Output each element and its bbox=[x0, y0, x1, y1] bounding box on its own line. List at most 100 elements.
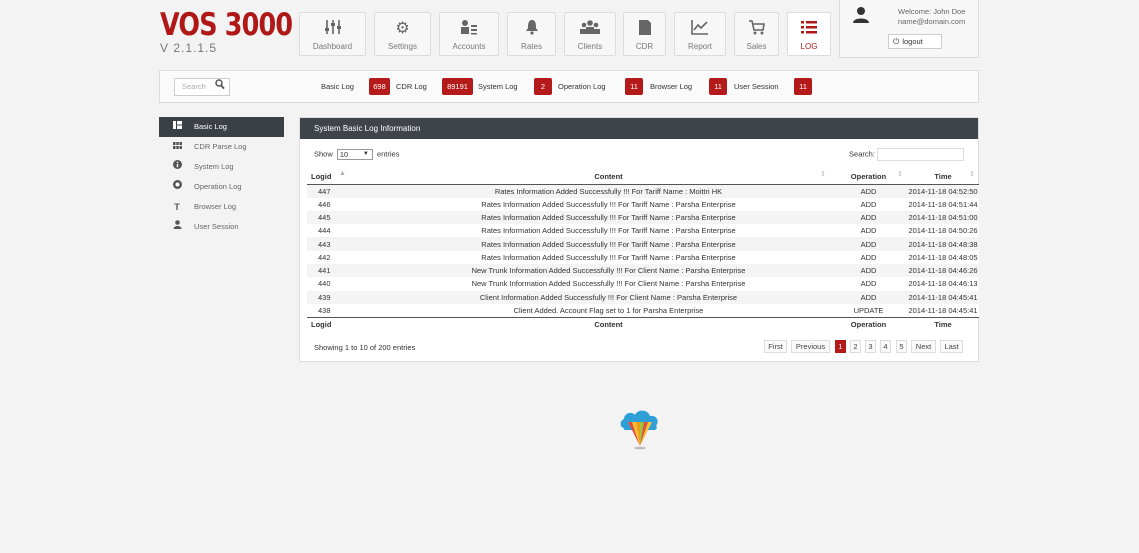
tab-browser-log[interactable]: Browser Log bbox=[650, 79, 692, 95]
table-row[interactable]: 438 Client Added. Account Flag set to 1 … bbox=[307, 303, 979, 318]
search-input[interactable]: Search bbox=[174, 78, 230, 96]
cell-time: 2014-11-18 04:46:26 bbox=[907, 263, 979, 278]
tab-user-session[interactable]: User Session bbox=[734, 79, 779, 95]
gears-icon: ⚙ bbox=[395, 20, 410, 37]
column-header-operation[interactable]: Operation ⇕ bbox=[830, 169, 907, 185]
clients-icon bbox=[565, 19, 615, 39]
sidebar-item-label: Basic Log bbox=[194, 122, 227, 131]
entries-select-value: 10 bbox=[339, 150, 349, 159]
nav-log[interactable]: LOG bbox=[787, 12, 831, 56]
user-welcome: Welcome: John Doe bbox=[898, 7, 966, 16]
sidebar-item-browser-log[interactable]: T Browser Log bbox=[159, 197, 284, 217]
power-icon: ⏻ bbox=[893, 37, 900, 46]
logout-button[interactable]: ⏻ logout bbox=[888, 34, 942, 49]
nav-report[interactable]: Report bbox=[674, 12, 726, 56]
table-row[interactable]: 442 Rates Information Added Successfully… bbox=[307, 250, 979, 264]
entries-select[interactable]: 10 ▼ bbox=[336, 149, 373, 160]
entries-length-control: Show 10 ▼ entries bbox=[314, 149, 399, 160]
app-title: VOS 3000 bbox=[160, 7, 293, 43]
footer-logid: Logid bbox=[307, 316, 387, 332]
nav-rates[interactable]: Rates bbox=[507, 12, 556, 56]
sidebar-item-operation-log[interactable]: Operation Log bbox=[159, 177, 284, 197]
system-log-count-badge: 2 bbox=[534, 78, 552, 95]
column-header-label: Content bbox=[594, 171, 623, 181]
nav-label: Accounts bbox=[452, 42, 486, 51]
nav-cdr[interactable]: CDR bbox=[623, 12, 666, 56]
tab-system-log[interactable]: System Log bbox=[478, 79, 518, 95]
log-list-icon bbox=[788, 19, 830, 39]
user-icon bbox=[172, 217, 182, 237]
table-search-input[interactable] bbox=[877, 148, 964, 161]
cell-content: Rates Information Added Successfully !!!… bbox=[387, 250, 830, 264]
search-placeholder: Search bbox=[182, 82, 206, 91]
nav-accounts[interactable]: Accounts bbox=[439, 12, 499, 56]
page-first-button[interactable]: First bbox=[764, 340, 787, 353]
cell-time: 2014-11-18 04:52:50 bbox=[907, 184, 979, 198]
cell-logid: 439 bbox=[307, 290, 387, 304]
footer-content: Content bbox=[387, 316, 830, 332]
cell-time: 2014-11-18 04:45:41 bbox=[907, 303, 979, 318]
user-session-count-badge: 11 bbox=[794, 78, 812, 95]
cdr-log-count-badge: 89191 bbox=[442, 78, 473, 95]
page-1-button[interactable]: 1 bbox=[835, 340, 846, 353]
nav-clients[interactable]: Clients bbox=[564, 12, 616, 56]
cell-time: 2014-11-18 04:48:38 bbox=[907, 237, 979, 251]
nav-sales[interactable]: Sales bbox=[734, 12, 779, 56]
nav-label: LOG bbox=[800, 42, 818, 51]
cell-logid: 442 bbox=[307, 250, 387, 264]
column-header-logid[interactable]: Logid ▲ bbox=[307, 169, 387, 185]
sidebar-item-system-log[interactable]: System Log bbox=[159, 157, 284, 177]
cell-content: Client Added. Account Flag set to 1 for … bbox=[387, 303, 830, 318]
table-row[interactable]: 441 New Trunk Information Added Successf… bbox=[307, 263, 979, 278]
page-2-button[interactable]: 2 bbox=[850, 340, 861, 353]
sidebar-item-basic-log[interactable]: Basic Log bbox=[159, 117, 284, 137]
page-previous-button[interactable]: Previous bbox=[791, 340, 830, 353]
cell-operation: ADD bbox=[830, 210, 907, 225]
page-last-button[interactable]: Last bbox=[940, 340, 963, 353]
table-row[interactable]: 439 Client Information Added Successfull… bbox=[307, 290, 979, 304]
entries-label: entries bbox=[376, 149, 400, 159]
page-5-button[interactable]: 5 bbox=[896, 340, 907, 353]
sliders-icon bbox=[300, 19, 365, 39]
cloud-logo-icon bbox=[618, 408, 662, 450]
tab-basic-log[interactable]: Basic Log bbox=[321, 79, 354, 95]
panel-title: System Basic Log Information bbox=[300, 118, 978, 139]
cell-logid: 441 bbox=[307, 263, 387, 278]
sidebar-item-user-session[interactable]: User Session bbox=[159, 217, 284, 237]
table-row[interactable]: 445 Rates Information Added Successfully… bbox=[307, 210, 979, 225]
bell-icon bbox=[508, 19, 555, 39]
cell-logid: 447 bbox=[307, 184, 387, 198]
nav-dashboard[interactable]: Dashboard bbox=[299, 12, 366, 56]
table-row[interactable]: 444 Rates Information Added Successfully… bbox=[307, 224, 979, 238]
cell-time: 2014-11-18 04:50:26 bbox=[907, 224, 979, 238]
grid-icon bbox=[172, 117, 182, 137]
nav-label: Rates bbox=[521, 42, 542, 51]
cell-time: 2014-11-18 04:45:41 bbox=[907, 290, 979, 304]
text-icon: T bbox=[174, 202, 180, 212]
cart-icon bbox=[735, 19, 778, 39]
column-header-label: Operation bbox=[850, 171, 887, 181]
table-row[interactable]: 447 Rates Information Added Successfully… bbox=[307, 184, 979, 198]
tab-operation-log[interactable]: Operation Log bbox=[558, 79, 606, 95]
search-icon[interactable] bbox=[215, 79, 225, 96]
cell-time: 2014-11-18 04:51:44 bbox=[907, 197, 979, 211]
column-header-content[interactable]: Content ⇕ bbox=[387, 169, 830, 185]
cell-operation: ADD bbox=[830, 250, 907, 264]
page-next-button[interactable]: Next bbox=[911, 340, 936, 353]
table-row[interactable]: 440 New Trunk Information Added Successf… bbox=[307, 277, 979, 291]
logout-label: logout bbox=[902, 37, 923, 46]
sidebar-item-cdr-parse-log[interactable]: CDR Parse Log bbox=[159, 137, 284, 157]
app-logo: VOS 3000 V 2.1.1.5 bbox=[160, 7, 321, 56]
table-row[interactable]: 443 Rates Information Added Successfully… bbox=[307, 237, 979, 251]
cell-operation: ADD bbox=[830, 224, 907, 238]
cell-operation: ADD bbox=[830, 197, 907, 211]
cell-logid: 443 bbox=[307, 237, 387, 251]
tab-cdr-log[interactable]: CDR Log bbox=[396, 79, 427, 95]
cell-time: 2014-11-18 04:48:05 bbox=[907, 250, 979, 264]
table-row[interactable]: 446 Rates Information Added Successfully… bbox=[307, 197, 979, 211]
sort-icon: ⇕ bbox=[820, 171, 826, 178]
column-header-time[interactable]: Time ⇕ bbox=[907, 169, 979, 185]
nav-settings[interactable]: ⚙ Settings bbox=[374, 12, 431, 56]
page-4-button[interactable]: 4 bbox=[880, 340, 891, 353]
page-3-button[interactable]: 3 bbox=[865, 340, 876, 353]
